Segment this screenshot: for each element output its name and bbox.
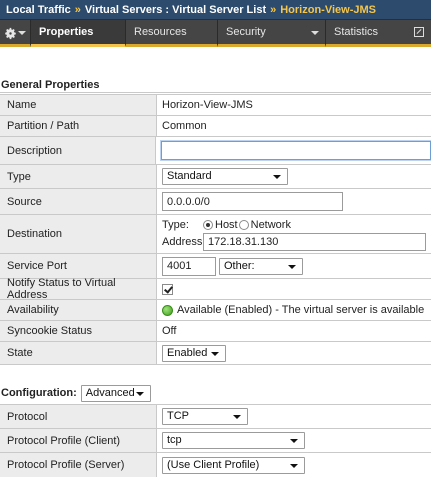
partition-value: Common xyxy=(157,116,431,136)
section-title-configuration: Configuration: xyxy=(1,387,77,399)
row-name: Name Horizon-View-JMS xyxy=(0,95,431,116)
tab-statistics[interactable]: Statistics xyxy=(326,20,431,47)
row-source: Source xyxy=(0,189,431,215)
destination-label: Destination xyxy=(0,215,157,253)
row-protocol: Protocol TCP xyxy=(0,405,431,429)
section-title-general: General Properties xyxy=(0,78,431,93)
general-properties-table: Name Horizon-View-JMS Partition / Path C… xyxy=(0,94,431,365)
type-label: Type xyxy=(0,165,157,188)
profile-client-select-value: tcp xyxy=(167,434,182,446)
service-port-input[interactable] xyxy=(162,256,216,276)
configuration-table: Protocol TCP Protocol Profile (Client) t… xyxy=(0,404,431,477)
destination-address-label: Address: xyxy=(162,235,206,248)
service-port-label: Service Port xyxy=(0,254,157,278)
tab-resources-label: Resources xyxy=(134,26,187,38)
row-partition: Partition / Path Common xyxy=(0,116,431,137)
source-input[interactable] xyxy=(162,192,343,211)
tab-properties[interactable]: Properties xyxy=(31,20,126,47)
type-select-value: Standard xyxy=(167,170,212,182)
breadcrumb-current: Horizon-View-JMS xyxy=(280,4,376,16)
description-label: Description xyxy=(0,137,156,164)
chevron-down-icon xyxy=(135,391,144,396)
row-profile-server: Protocol Profile (Server) (Use Client Pr… xyxy=(0,453,431,477)
syncookie-value: Off xyxy=(157,321,431,341)
network-radio-label: Network xyxy=(250,218,291,231)
row-state: State Enabled xyxy=(0,342,431,365)
breadcrumb-separator: » xyxy=(270,4,277,16)
state-select-value: Enabled xyxy=(167,346,208,359)
profile-server-select-value: (Use Client Profile) xyxy=(167,458,260,471)
chevron-down-icon xyxy=(288,264,296,269)
name-value: Horizon-View-JMS xyxy=(157,95,431,115)
host-radio[interactable] xyxy=(203,219,213,230)
chevron-down-icon xyxy=(290,463,298,468)
tab-security[interactable]: Security xyxy=(218,20,326,47)
chevron-down-icon xyxy=(311,31,319,35)
breadcrumb-local-traffic[interactable]: Local Traffic xyxy=(6,4,71,16)
breadcrumb-virtual-server-list[interactable]: Virtual Servers : Virtual Server List xyxy=(85,4,266,16)
profile-client-select[interactable]: tcp xyxy=(162,432,305,449)
row-service-port: Service Port Other: xyxy=(0,254,431,279)
row-syncookie: Syncookie Status Off xyxy=(0,321,431,342)
row-notify-status: Notify Status to Virtual Address xyxy=(0,277,431,301)
profile-client-label: Protocol Profile (Client) xyxy=(0,429,157,452)
protocol-select-value: TCP xyxy=(167,410,189,422)
tab-security-label: Security xyxy=(226,26,266,38)
row-profile-client: Protocol Profile (Client) tcp xyxy=(0,429,431,453)
state-select[interactable]: Enabled xyxy=(162,344,226,362)
syncookie-label: Syncookie Status xyxy=(0,321,157,341)
profile-server-select[interactable]: (Use Client Profile) xyxy=(162,456,305,474)
status-available-icon xyxy=(162,304,173,316)
configuration-mode-value: Advanced xyxy=(85,386,135,399)
protocol-select[interactable]: TCP xyxy=(162,408,248,425)
type-select[interactable]: Standard xyxy=(162,168,288,185)
row-type: Type Standard xyxy=(0,165,431,189)
chevron-down-icon xyxy=(273,175,281,179)
tab-properties-label: Properties xyxy=(39,26,94,38)
breadcrumb: Local Traffic» Virtual Servers : Virtual … xyxy=(0,0,431,20)
destination-type-label: Type: xyxy=(162,218,189,231)
tab-statistics-label: Statistics xyxy=(334,26,379,38)
protocol-label: Protocol xyxy=(0,405,157,428)
partition-label: Partition / Path xyxy=(0,116,157,136)
source-label: Source xyxy=(0,189,157,214)
tab-resources[interactable]: Resources xyxy=(126,20,218,47)
tab-bar: Properties Resources Security Statistics xyxy=(0,20,431,47)
notify-label: Notify Status to Virtual Address xyxy=(0,277,157,301)
description-input[interactable] xyxy=(161,141,431,160)
chevron-down-icon xyxy=(233,415,241,419)
availability-label: Availability xyxy=(0,300,157,320)
breadcrumb-separator: » xyxy=(74,4,81,16)
chevron-down-icon xyxy=(211,351,219,356)
row-description: Description xyxy=(0,137,431,165)
host-radio-label: Host xyxy=(215,218,238,231)
profile-server-label: Protocol Profile (Server) xyxy=(0,453,157,477)
row-destination: Destination Type: Host Network Address: xyxy=(0,215,431,254)
tab-settings-menu[interactable] xyxy=(0,20,31,47)
external-link-icon xyxy=(414,27,424,37)
configuration-mode-select[interactable]: Advanced xyxy=(80,384,151,402)
gear-icon xyxy=(5,27,16,40)
service-port-select[interactable]: Other: xyxy=(219,257,303,275)
chevron-down-icon xyxy=(18,31,26,35)
availability-value: Available (Enabled) - The virtual server… xyxy=(177,304,425,316)
network-radio[interactable] xyxy=(238,219,249,230)
section-configuration-header: Configuration: Advanced xyxy=(0,383,431,403)
destination-address-input[interactable] xyxy=(203,232,426,251)
chevron-down-icon xyxy=(290,439,298,443)
notify-checkbox[interactable] xyxy=(162,283,173,295)
row-availability: Availability Available (Enabled) - The v… xyxy=(0,300,431,321)
state-label: State xyxy=(0,342,157,364)
name-label: Name xyxy=(0,95,157,115)
service-port-select-value: Other: xyxy=(224,259,255,272)
